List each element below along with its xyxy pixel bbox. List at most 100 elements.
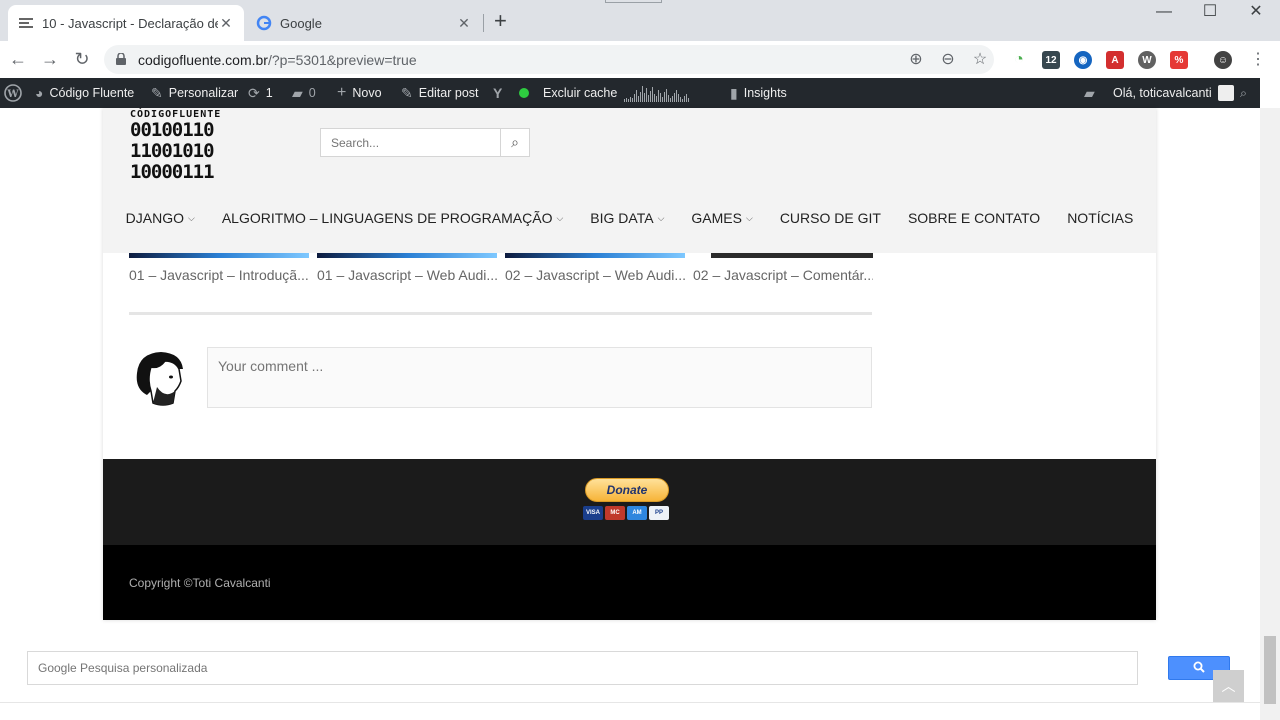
menu-item-curso-de-git[interactable]: CURSO DE GIT [780,206,881,230]
menu-item-algoritmo[interactable]: ALGORITMO – LINGUAGENS DE PROGRAMAÇÃO ⌵ [222,206,563,230]
related-post-link[interactable]: 01 – Javascript – Introduçã... [129,267,309,283]
minimize-icon[interactable]: — [1141,2,1187,22]
url-path: /?p=5301&preview=true [267,51,417,68]
tab-active[interactable]: 10 - Javascript - Declaração de va ✕ [8,5,244,41]
sparkline-bar [678,94,679,102]
tab-close-icon[interactable]: ✕ [218,15,234,32]
my-account-link[interactable]: Olá, toticavalcanti [1113,78,1234,108]
tab-google[interactable]: Google ✕ [246,5,482,41]
close-icon[interactable]: ✕ [1233,2,1279,22]
site-name-link[interactable]: ◕ Código Fluente [35,78,134,108]
related-thumbnail[interactable] [129,253,309,258]
scrollbar-thumb[interactable] [1264,636,1276,704]
mastercard-icon: MC [605,506,625,520]
sparkline-bar [666,89,667,102]
extension-calendar-icon[interactable]: 12 [1042,51,1060,69]
address-bar[interactable]: codigofluente.com.br /?p=5301&preview=tr… [104,45,994,74]
menu-item-django[interactable]: DJANGO ⌵ [126,206,195,230]
sparkline-bar [644,93,645,102]
menu-item-sobre-e-contato[interactable]: SOBRE E CONTATO [908,206,1040,230]
related-thumbnail[interactable] [505,253,685,258]
related-post-link[interactable]: 01 – Javascript – Web Audi... [317,267,497,283]
yoast-icon[interactable]: Y [493,78,508,108]
menu-item-games[interactable]: GAMES ⌵ [691,206,752,230]
profile-avatar-icon[interactable]: ☺ [1214,51,1232,69]
brush-icon: ✎ [151,84,163,101]
menu-item-noticias[interactable]: NOTÍCIAS [1067,206,1133,230]
edit-post-link[interactable]: ✎ Editar post [401,78,479,108]
site-search-input[interactable] [321,129,500,156]
bar-chart-icon: ▮ [730,84,738,101]
new-content-link[interactable]: + Novo [337,78,382,108]
sparkline-bar [656,96,657,102]
forward-icon[interactable]: → [38,48,62,70]
search-icon[interactable]: ⌕ [1240,78,1247,108]
wordpress-logo-icon[interactable]: W [4,78,22,108]
sparkline-chart [624,84,689,102]
extension-globe-icon[interactable]: ◉ [1074,51,1092,69]
updates-link[interactable]: ⟳ 1 [248,78,273,108]
zoom-icon[interactable]: ⊖ [937,49,959,69]
insights-label: Insights [743,86,787,100]
back-icon[interactable]: ← [6,48,30,70]
sparkline-bar [638,96,639,102]
search-icon[interactable]: ⌕ [500,129,529,156]
customize-link[interactable]: ✎ Personalizar [151,78,238,108]
sparkline-bar [650,91,651,102]
site-search: ⌕ [320,128,530,157]
notification-icon[interactable]: ▰ [1084,78,1101,108]
menu-item-big-data[interactable]: BIG DATA ⌵ [590,206,664,230]
tab-close-icon[interactable]: ✕ [456,15,472,32]
tab-separator [483,14,484,32]
sparkline-bar [686,94,687,102]
extension-loading-icon[interactable]: ◔ [1010,51,1028,69]
maximize-icon[interactable]: ☐ [1187,2,1233,22]
edit-post-label: Editar post [418,86,479,100]
divider [0,702,1260,703]
related-thumbnail[interactable] [711,253,873,258]
page-scrollbar[interactable] [1260,108,1280,720]
reload-icon[interactable]: ↻ [70,48,94,70]
sparkline-bar [630,97,631,102]
amex-card-icon: AM [627,506,647,520]
site-name: Código Fluente [49,86,135,100]
related-post-link[interactable]: 02 – Javascript – Comentár... [693,267,873,283]
donate-button[interactable]: Donate [585,478,669,502]
related-post-link[interactable]: 02 – Javascript – Web Audi... [505,267,685,283]
comment-bubble-icon: ▰ [292,84,303,101]
plus-icon: + [337,84,347,101]
stats-sparkline[interactable] [624,78,689,108]
related-thumbnails [129,253,873,258]
related-thumbnail[interactable] [317,253,497,258]
comments-link[interactable]: ▰ 0 [292,78,316,108]
copyright-text: Copyright ©Toti Cavalcanti [129,576,271,590]
extension-pdf-icon[interactable]: A [1106,51,1124,69]
wp-admin-bar: W ◕ Código Fluente ✎ Personalizar ⟳ 1 ▰ … [0,78,1260,108]
site-logo[interactable]: CÓDIGOFLUENTE 00100110 11001010 10000111 [130,110,290,186]
chevron-up-icon: ︿ [1221,678,1236,694]
sparkline-bar [670,98,671,102]
chevron-down-icon: ⌵ [745,212,753,223]
extension-wordpress-icon[interactable]: W [1138,51,1156,69]
clear-cache-link[interactable]: Excluir cache [519,78,617,108]
add-icon[interactable]: ⊕ [905,49,927,69]
extension-red-icon[interactable]: % [1170,51,1188,69]
sparkline-bar [648,95,649,102]
scroll-to-top-button[interactable]: ︿ [1213,670,1244,702]
new-tab-icon[interactable]: + [494,10,507,32]
google-search-input[interactable] [27,651,1138,685]
insights-link[interactable]: ▮ Insights [730,78,787,108]
updates-count: 1 [265,86,273,100]
comment-input[interactable] [207,347,872,408]
footer-donate-area [103,459,1156,545]
bookmark-star-icon[interactable]: ☆ [969,49,991,69]
sparkline-bar [640,92,641,102]
logo-line: 11001010 [130,140,215,162]
customize-label: Personalizar [168,86,239,100]
updates-icon: ⟳ [248,84,260,101]
chevron-down-icon: ⌵ [657,212,665,223]
sparkline-bar [684,96,685,102]
visa-card-icon: VISA [583,506,603,520]
sparkline-bar [634,94,635,102]
menu-kebab-icon[interactable]: ⋮ [1247,49,1269,69]
